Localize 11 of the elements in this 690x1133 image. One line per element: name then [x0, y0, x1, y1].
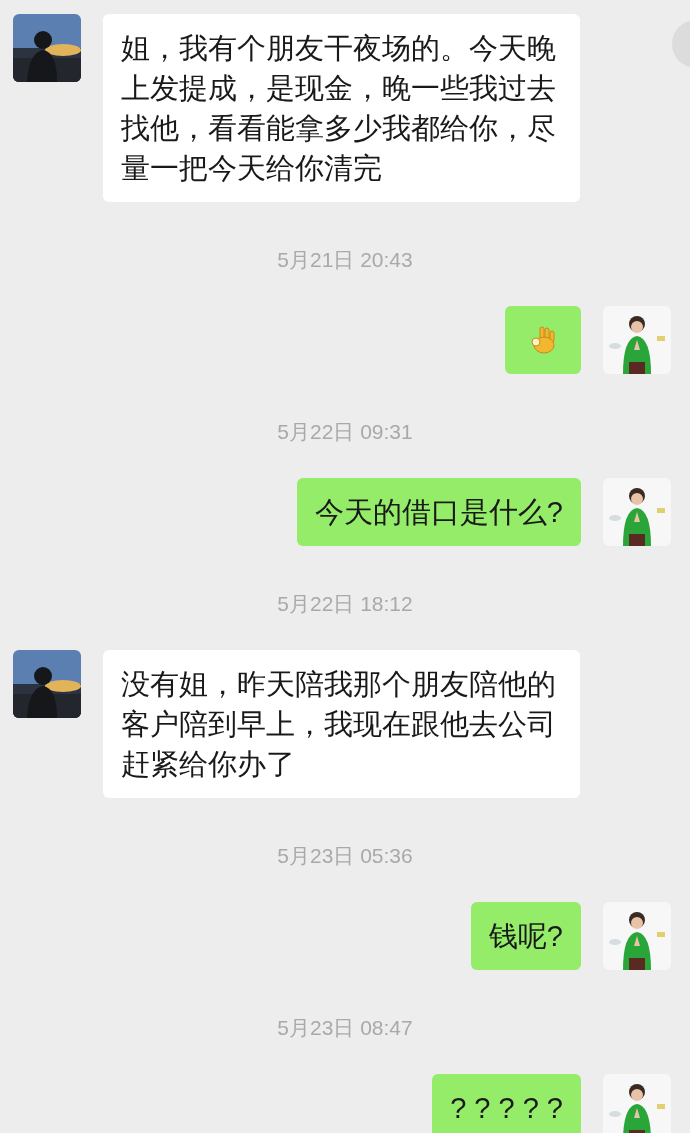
timestamp: 5月23日 05:36 [277, 844, 413, 868]
message-bubble: 今天的借口是什么? [296, 478, 581, 546]
timestamp: 5月23日 08:47 [277, 1016, 413, 1040]
timestamp: 5月22日 18:12 [277, 592, 413, 616]
message-bubble: ? ? ? ? ? [432, 1074, 581, 1133]
timestamp: 5月22日 09:31 [277, 420, 413, 444]
ok-hand-icon [529, 325, 557, 355]
message-bubble: 钱呢? [470, 902, 581, 970]
timestamp: 5月21日 20:43 [277, 248, 413, 272]
message-bubble: 没有姐，昨天陪我那个朋友陪他的客户陪到早上，我现在跟他去公司赶紧给你办了 [103, 650, 580, 798]
message-bubble: 姐，我有个朋友干夜场的。今天晚上发提成，是现金，晚一些我过去找他，看看能拿多少我都给你，尽量一把今天给你清完 [103, 14, 580, 202]
